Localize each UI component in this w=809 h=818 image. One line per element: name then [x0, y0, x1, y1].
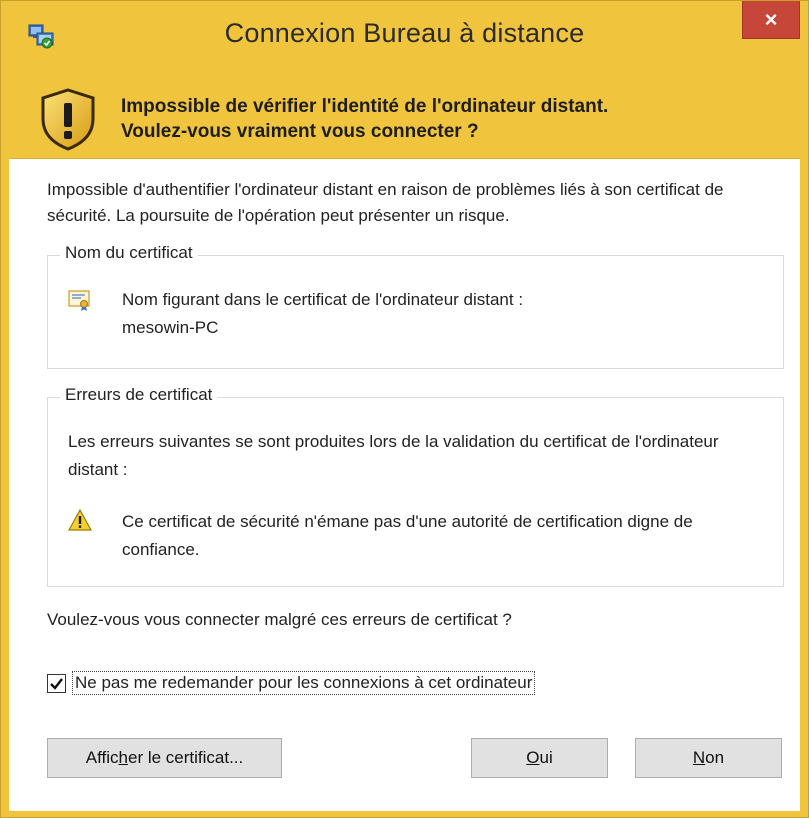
checkmark-icon [50, 677, 63, 690]
certificate-errors-legend: Erreurs de certificat [60, 385, 218, 405]
close-button[interactable]: × [742, 1, 800, 39]
certificate-name-group: Nom du certificat Nom figurant dans le c… [47, 243, 784, 369]
certificate-errors-group: Erreurs de certificat Les erreurs suivan… [47, 385, 784, 587]
yes-rest: ui [539, 748, 553, 767]
warning-icon [68, 509, 92, 531]
close-icon: × [764, 6, 778, 32]
banner-line-1: Impossible de vérifier l'identité de l'o… [121, 96, 609, 117]
banner-message: Impossible de vérifier l'identité de l'o… [121, 94, 781, 144]
window-title: Connexion Bureau à distance [224, 18, 585, 48]
certificate-name-legend: Nom du certificat [60, 243, 198, 263]
view-cert-suffix: er le certificat... [127, 748, 244, 767]
dont-ask-again-checkbox[interactable] [47, 673, 66, 693]
view-cert-prefix: Affic [85, 748, 119, 767]
certificate-icon [68, 290, 90, 311]
shield-warning-icon [41, 88, 95, 151]
banner-line-2: Voulez-vous vraiment vous connecter ? [121, 121, 479, 142]
yes-button[interactable]: Oui [471, 738, 608, 778]
certificate-name-text: Nom figurant dans le certificat de l'ord… [122, 286, 762, 342]
no-mnemonic: N [692, 748, 706, 767]
connect-question: Voulez-vous vous connecter malgré ces er… [47, 610, 512, 629]
title-bar[interactable]: Connexion Bureau à distance × [1, 1, 808, 73]
dont-ask-again-row[interactable]: Ne pas me redemander pour les connexions… [47, 670, 536, 696]
dont-ask-again-label[interactable]: Ne pas me redemander pour les connexions… [72, 671, 536, 695]
view-certificate-button[interactable]: Affic h er le certificat... [47, 738, 282, 778]
certificate-errors-intro: Les erreurs suivantes se sont produites … [68, 432, 719, 479]
rdp-dialog-window: Connexion Bureau à distance × Impossible… [0, 0, 809, 818]
intro-text: Impossible d'authentifier l'ordinateur d… [47, 180, 724, 225]
no-button[interactable]: Non [635, 738, 782, 778]
certificate-name-value: mesowin-PC [122, 318, 219, 337]
yes-mnemonic: O [526, 748, 540, 767]
no-rest: on [705, 748, 725, 767]
view-cert-mnemonic: h [118, 748, 128, 767]
certificate-name-label: Nom figurant dans le certificat de l'ord… [122, 290, 524, 309]
dialog-content: Impossible de vérifier l'identité de l'o… [9, 73, 800, 811]
warning-banner: Impossible de vérifier l'identité de l'o… [9, 73, 800, 159]
certificate-error-item: Ce certificat de sécurité n'émane pas d'… [122, 512, 693, 559]
